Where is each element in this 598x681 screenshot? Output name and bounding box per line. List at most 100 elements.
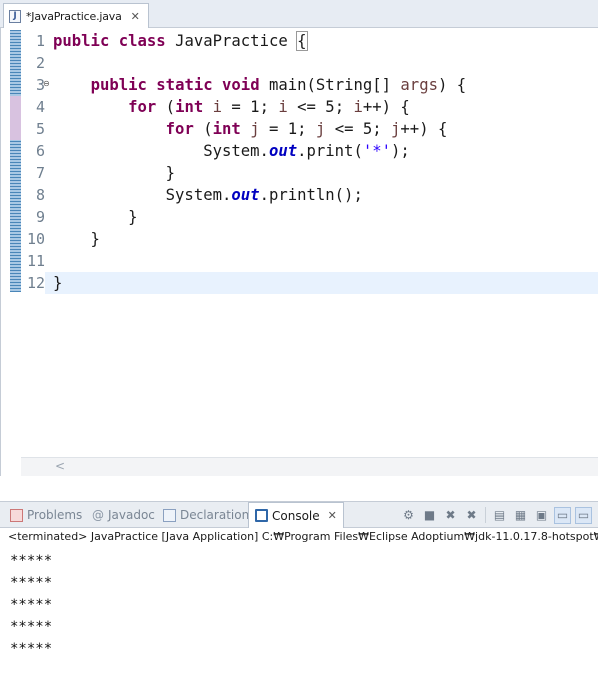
code-token: .print(: [297, 142, 363, 160]
line-number: 5: [35, 120, 45, 138]
tab-label: Javadoc: [108, 508, 155, 522]
variable-token: i: [353, 98, 363, 116]
code-line: public static void main(String[] args) {: [53, 74, 598, 96]
code-token: (: [193, 120, 213, 138]
variable-token: j: [391, 120, 401, 138]
field-token: out: [231, 186, 260, 204]
code-token: <= 5;: [287, 98, 354, 116]
console-output-line: *****: [10, 597, 53, 613]
code-line: System.out.print('*');: [53, 140, 598, 162]
line-number: 3: [35, 76, 45, 94]
keyword-token: static: [156, 76, 213, 94]
declaration-icon: [163, 508, 176, 522]
code-token: }: [53, 208, 138, 226]
console-launch-description: <terminated> JavaPractice [Java Applicat…: [8, 530, 598, 543]
remove-all-launches-icon[interactable]: ✖: [463, 507, 480, 524]
code-token: }: [53, 274, 63, 292]
code-token: ) {: [437, 76, 467, 94]
line-number-gutter: 1 2 3 4 5 6 7 8 9 10 11 12: [21, 30, 45, 294]
line-number: 11: [26, 252, 45, 270]
tab-problems[interactable]: Problems: [10, 502, 82, 528]
clear-console-icon[interactable]: ⚙: [400, 507, 417, 524]
tab-label: Problems: [27, 508, 83, 522]
line-number: 6: [35, 142, 45, 160]
console-output-line: *****: [10, 575, 53, 591]
code-line: public class JavaPractice {: [53, 30, 598, 52]
console-toolbar: ⚙ ■ ✖ ✖ ▤ ▦ ▣ ▭ ▭: [400, 506, 592, 524]
scroll-left-icon[interactable]: <: [55, 459, 65, 473]
line-number: 10: [26, 230, 45, 248]
fold-collapse-icon[interactable]: ⊖: [43, 79, 50, 88]
display-console-icon[interactable]: ▭: [554, 506, 571, 524]
line-number: 8: [35, 186, 45, 204]
tab-javadoc[interactable]: @ Javadoc: [92, 502, 155, 528]
code-line: }: [45, 272, 598, 294]
field-token: out: [268, 142, 298, 160]
console-output[interactable]: ***** ***** ***** ***** *****: [10, 550, 52, 660]
code-token: {: [296, 31, 308, 51]
keyword-token: void: [222, 76, 260, 94]
code-token: ++) {: [362, 98, 410, 116]
code-token: ++) {: [400, 120, 448, 138]
variable-token: i: [212, 98, 223, 116]
keyword-token: int: [212, 120, 241, 138]
keyword-token: public: [90, 76, 147, 94]
line-number: 4: [35, 98, 45, 116]
variable-token: j: [250, 120, 260, 138]
toolbar-separator: [485, 507, 486, 523]
console-icon: [255, 509, 268, 522]
remove-launch-icon[interactable]: ✖: [442, 507, 459, 524]
pin-console-icon[interactable]: ▣: [533, 507, 550, 524]
code-editor[interactable]: 1 2 3 4 5 6 7 8 9 10 11 12 ⊖ public class JavaPract…: [0, 28, 598, 476]
keyword-token: public: [53, 32, 110, 50]
line-number: 12: [26, 274, 45, 292]
editor-tab-label: *JavaPractice.java: [26, 9, 122, 23]
code-token: (: [156, 98, 176, 116]
code-line: }: [53, 206, 598, 228]
code-token: }: [53, 230, 100, 248]
line-number: 7: [35, 164, 45, 182]
code-token: <= 5;: [325, 120, 392, 138]
code-token: = 1;: [259, 120, 316, 138]
console-output-line: *****: [10, 641, 53, 657]
close-icon[interactable]: ✕: [328, 509, 337, 522]
close-icon[interactable]: ✕: [131, 10, 140, 23]
code-token: );: [391, 142, 410, 160]
line-number: 2: [35, 54, 45, 72]
editor-tab-javapractice[interactable]: J *JavaPractice.java ✕: [3, 3, 149, 28]
code-line: }: [53, 162, 598, 184]
string-token: '*': [362, 142, 391, 160]
word-wrap-icon[interactable]: ▦: [512, 507, 529, 524]
code-token: System.: [53, 142, 269, 160]
variable-token: args: [400, 76, 438, 94]
code-line: for (int j = 1; j <= 5; j++) {: [53, 118, 598, 140]
console-output-line: *****: [10, 553, 53, 569]
code-line: System.out.println();: [53, 184, 598, 206]
open-console-icon[interactable]: ▭: [575, 506, 592, 524]
scroll-lock-icon[interactable]: ▤: [491, 507, 508, 524]
code-token: = 1;: [222, 98, 279, 116]
tab-declaration[interactable]: Declaration: [163, 502, 249, 528]
bottom-panel: Problems @ Javadoc Declaration Console ✕…: [0, 501, 598, 681]
code-area[interactable]: public class JavaPractice { public stati…: [45, 30, 598, 294]
change-ruler: [10, 30, 21, 292]
horizontal-scrollbar[interactable]: <: [21, 457, 598, 476]
console-output-line: *****: [10, 619, 53, 635]
code-line: for (int i = 1; i <= 5; i++) {: [53, 96, 598, 118]
javadoc-icon: @: [92, 508, 104, 522]
terminate-icon[interactable]: ■: [421, 507, 438, 524]
editor-tab-bar: J *JavaPractice.java ✕: [0, 0, 598, 28]
tab-console[interactable]: Console ✕: [248, 502, 344, 528]
tab-label: Declaration: [180, 508, 250, 522]
keyword-token: class: [118, 32, 166, 50]
line-number: 1: [35, 32, 45, 50]
